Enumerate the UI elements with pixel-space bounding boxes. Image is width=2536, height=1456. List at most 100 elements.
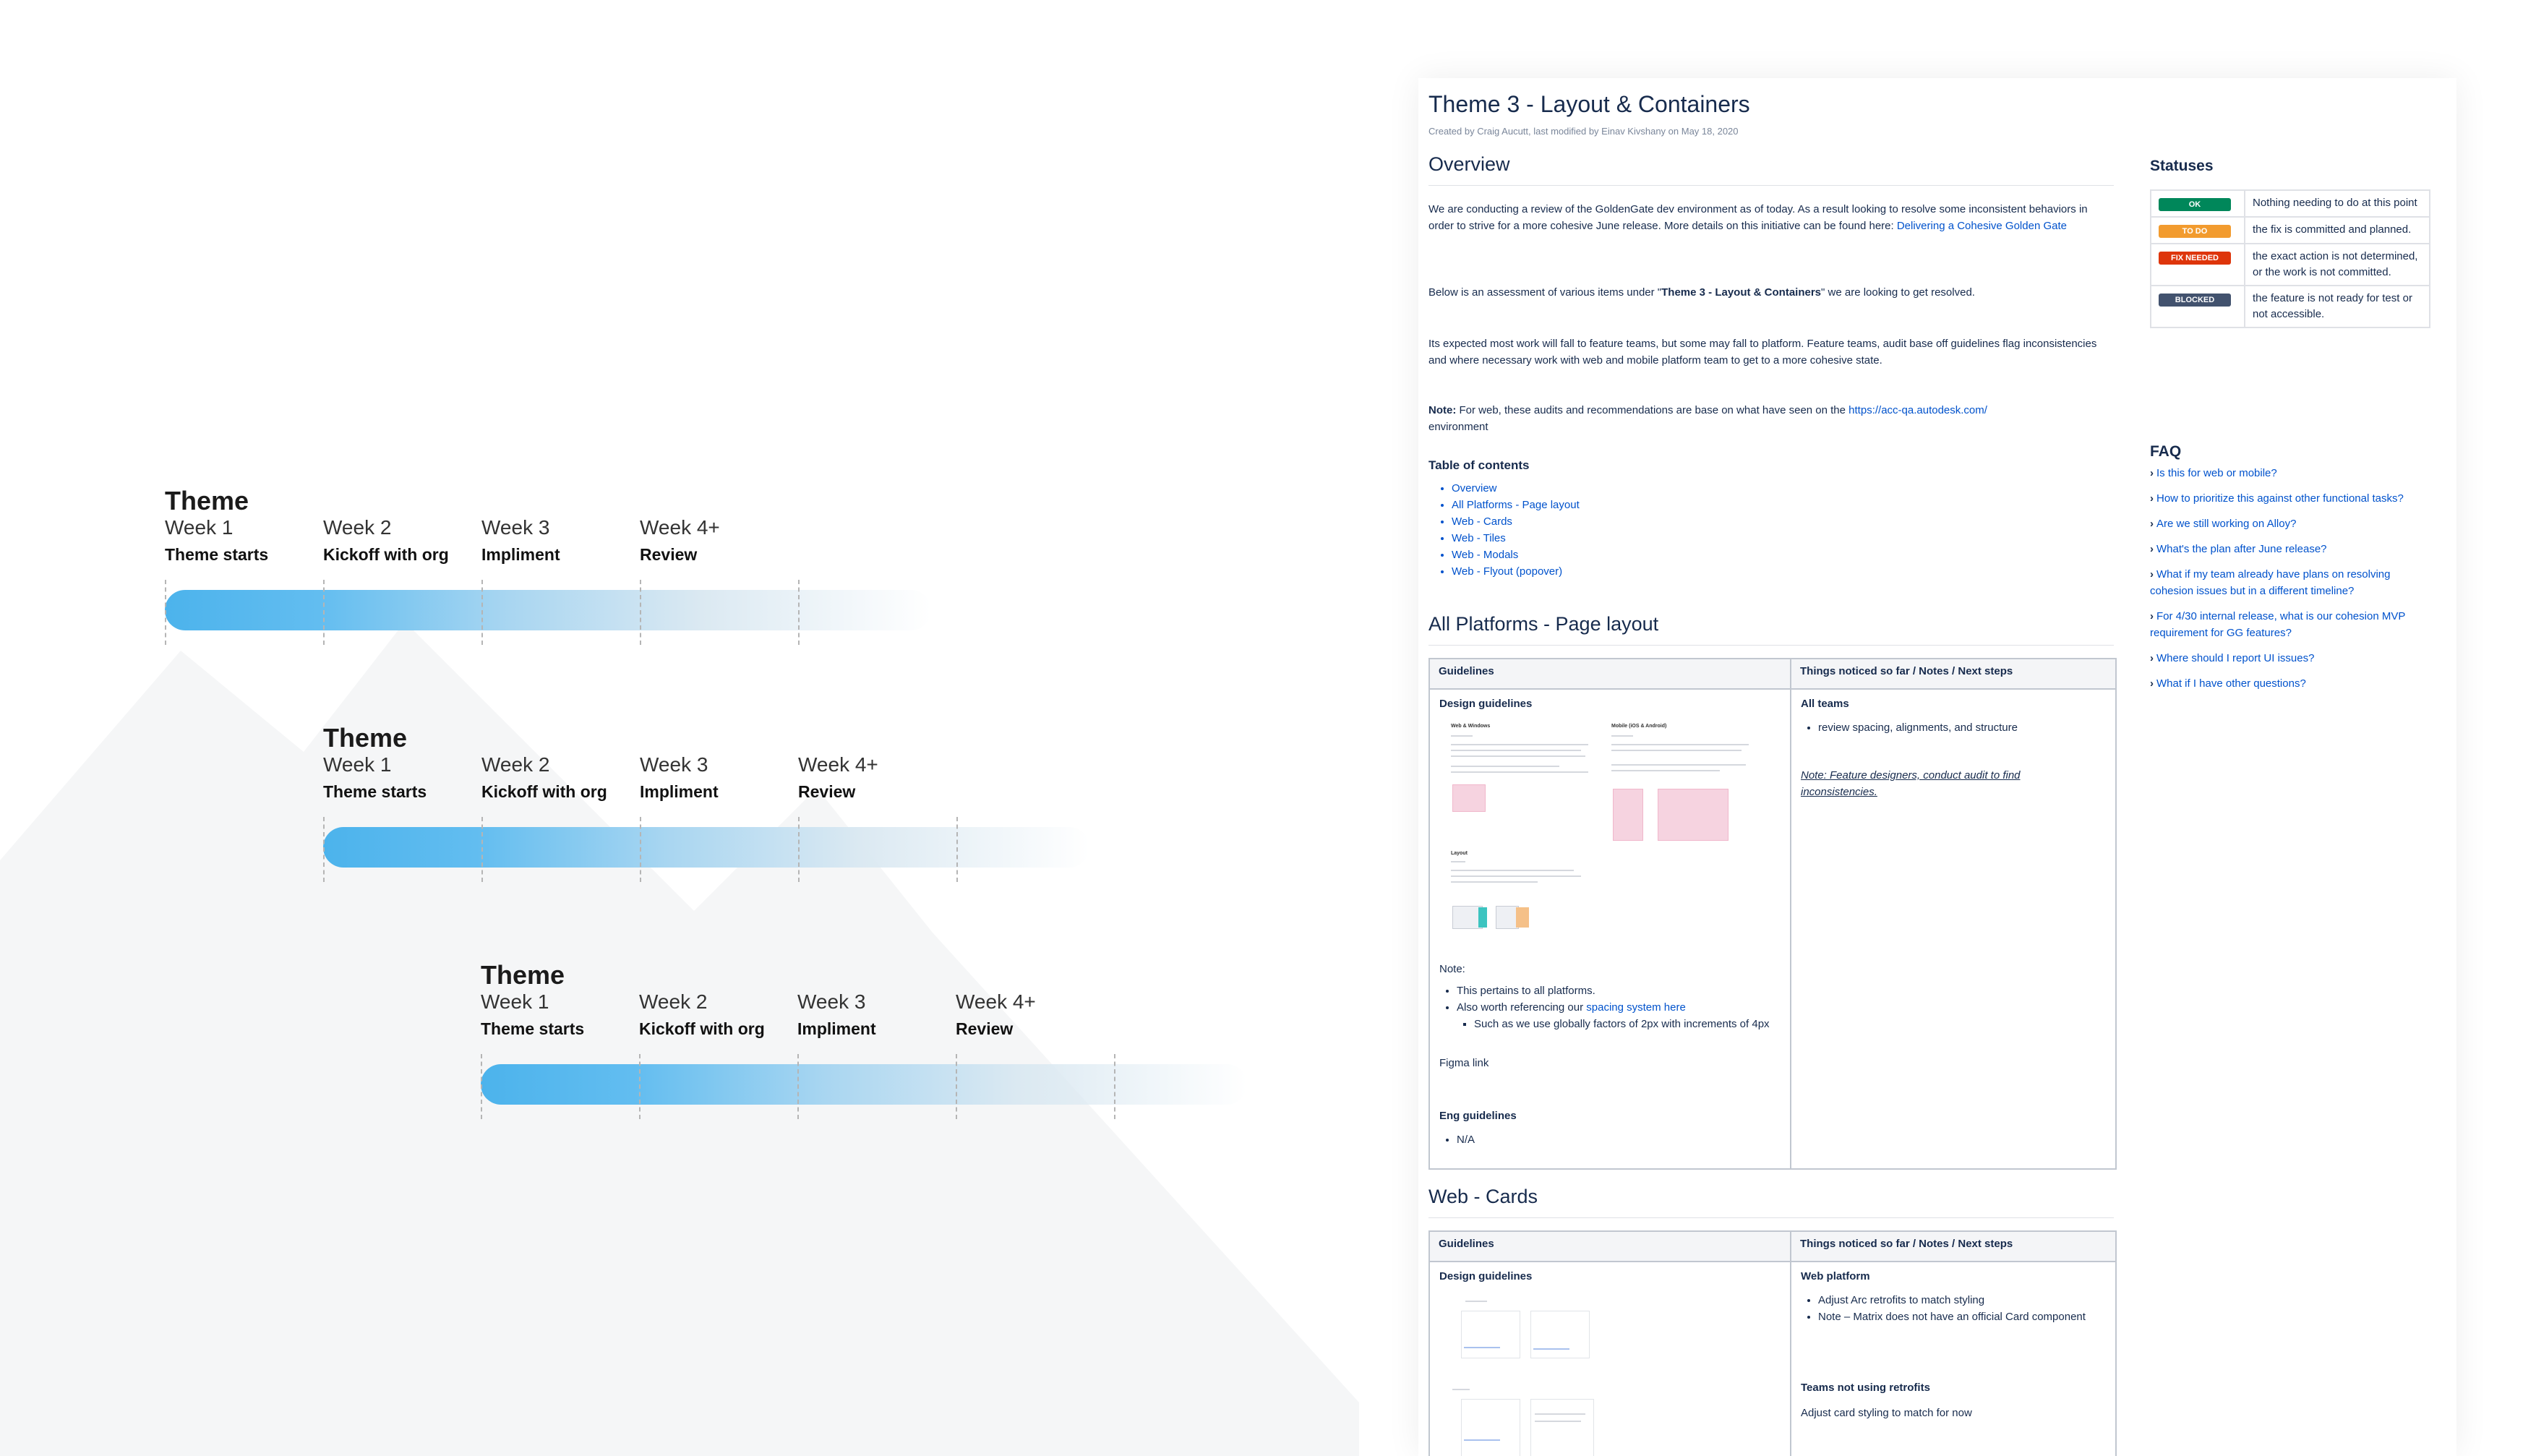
- column-header-notes: Things noticed so far / Notes / Next ste…: [1790, 658, 2117, 690]
- cards-guideline-image[interactable]: [1451, 1298, 1603, 1456]
- status-description: the exact action is not determined, or t…: [2244, 243, 2430, 286]
- layout-guideline-image[interactable]: Layout: [1451, 851, 1588, 930]
- all-teams-label: All teams: [1801, 698, 1849, 710]
- web-windows-guideline-image[interactable]: Web & Windows: [1451, 724, 1595, 818]
- teams-not-using-retrofits-text: Adjust card styling to match for now: [1801, 1407, 1972, 1419]
- faq-item[interactable]: › For 4/30 internal release, what is our …: [2150, 608, 2433, 641]
- toc-item[interactable]: Overview: [1452, 480, 1580, 497]
- timeline-week-marker: [481, 817, 483, 882]
- timeline-week-label: Week 2: [481, 753, 550, 776]
- web-cards-table: Guidelines Things noticed so far / Notes…: [1428, 1230, 2117, 1456]
- timeline-week-label: Week 4+: [798, 753, 878, 776]
- list-item: This pertains to all platforms.: [1457, 982, 1796, 999]
- web-cards-heading: Web - Cards: [1428, 1186, 1538, 1207]
- eng-guidelines-list: N/A: [1439, 1131, 1475, 1148]
- list-item: review spacing, alignments, and structur…: [1818, 719, 2115, 736]
- page-layout-heading: All Platforms - Page layout: [1428, 613, 1659, 635]
- list-item: Adjust Arc retrofits to match styling: [1818, 1292, 2115, 1309]
- status-row: FIX NEEDED the exact action is not deter…: [2150, 243, 2430, 286]
- web-platform-label: Web platform: [1801, 1270, 1870, 1282]
- timeline-week-marker: [639, 1054, 641, 1119]
- list-item: Also worth referencing our spacing syste…: [1457, 999, 1796, 1032]
- timeline-week-label: Week 2: [323, 516, 392, 539]
- timeline-progress-bar: [165, 590, 931, 630]
- timeline-week-label: Week 4+: [640, 516, 720, 539]
- mobile-guideline-image[interactable]: Mobile (iOS & Android): [1611, 724, 1756, 847]
- list-item: N/A: [1457, 1131, 1475, 1148]
- page-layout-table: Guidelines Things noticed so far / Notes…: [1428, 658, 2117, 1170]
- cohesive-golden-gate-link[interactable]: Delivering a Cohesive Golden Gate: [1897, 220, 2067, 232]
- faq-item[interactable]: › What if I have other questions?: [2150, 675, 2433, 692]
- timeline-theme-title: Theme: [323, 723, 408, 753]
- timeline-week-label: Week 1: [481, 990, 549, 1013]
- design-guidelines-label: Design guidelines: [1439, 698, 1533, 710]
- status-row: BLOCKED the feature is not ready for tes…: [2150, 285, 2430, 328]
- status-description: the fix is committed and planned.: [2244, 216, 2430, 244]
- timeline-theme-title: Theme: [165, 486, 249, 515]
- faq-item[interactable]: › How to prioritize this against other fu…: [2150, 490, 2433, 507]
- timeline-week-marker: [323, 580, 325, 645]
- toc-item[interactable]: Web - Modals: [1452, 547, 1580, 563]
- notes-cell: All teams review spacing, alignments, an…: [1790, 688, 2117, 1170]
- faq-item[interactable]: › Where should I report UI issues?: [2150, 650, 2433, 667]
- timeline-week-description: Kickoff with org: [323, 545, 449, 564]
- timeline-week-description: Impliment: [797, 1019, 876, 1038]
- teams-not-using-retrofits-label: Teams not using retrofits: [1801, 1382, 1930, 1394]
- status-badge: OK: [2159, 198, 2231, 211]
- toc-title: Table of contents: [1428, 458, 1530, 472]
- timeline-week-marker: [798, 817, 800, 882]
- timeline-week-description: Review: [956, 1019, 1014, 1038]
- figma-link[interactable]: Figma link: [1439, 1055, 1488, 1071]
- faq-item[interactable]: › What if my team already have plans on r…: [2150, 566, 2433, 599]
- faq-item[interactable]: › Is this for web or mobile?: [2150, 465, 2433, 481]
- toc-item[interactable]: Web - Cards: [1452, 513, 1580, 530]
- timeline-week-marker: [481, 1054, 482, 1119]
- timeline-week-marker: [1114, 1054, 1115, 1119]
- timeline-week-marker: [956, 817, 958, 882]
- timeline-week-description: Theme starts: [165, 545, 269, 564]
- timeline-week-label: Week 4+: [956, 990, 1036, 1013]
- faq-item[interactable]: › What's the plan after June release?: [2150, 541, 2433, 557]
- acc-qa-link[interactable]: https://acc-qa.autodesk.com/: [1849, 404, 1987, 416]
- list-item: Such as we use globally factors of 2px w…: [1474, 1016, 1796, 1032]
- overview-divider: [1428, 185, 2114, 186]
- all-teams-list: review spacing, alignments, and structur…: [1801, 719, 2115, 736]
- guidelines-notes-list: This pertains to all platforms. Also wor…: [1439, 982, 1796, 1032]
- chevron-right-icon: ›: [2150, 492, 2154, 505]
- timeline-week-label: Week 1: [165, 516, 234, 539]
- timeline-week-label: Week 3: [481, 516, 550, 539]
- timeline-week-description: Impliment: [481, 545, 560, 564]
- timeline-week-marker: [323, 817, 325, 882]
- timeline-week-description: Review: [798, 782, 856, 801]
- web-cards-divider: [1428, 1217, 2114, 1218]
- page-title: Theme 3 - Layout & Containers: [1428, 91, 1750, 117]
- guidelines-cell: Design guidelines Web & Windows Mobile (: [1428, 688, 1791, 1170]
- column-header-notes: Things noticed so far / Notes / Next ste…: [1790, 1230, 2117, 1262]
- faq-list: › Is this for web or mobile? › How to prio…: [2150, 465, 2433, 701]
- page-layout-divider: [1428, 645, 2114, 646]
- toc-item[interactable]: All Platforms - Page layout: [1452, 497, 1580, 513]
- timeline-week-label: Week 1: [323, 753, 392, 776]
- faq-item[interactable]: › Are we still working on Alloy?: [2150, 515, 2433, 532]
- chevron-right-icon: ›: [2150, 518, 2154, 530]
- guidelines-note-label: Note:: [1439, 963, 1465, 975]
- timeline-week-description: Theme starts: [481, 1019, 585, 1038]
- spacing-system-link[interactable]: spacing system here: [1586, 1001, 1686, 1014]
- chevron-right-icon: ›: [2150, 543, 2154, 555]
- toc-item[interactable]: Web - Flyout (popover): [1452, 563, 1580, 580]
- chevron-right-icon: ›: [2150, 568, 2154, 581]
- timeline-week-description: Kickoff with org: [481, 782, 607, 801]
- overview-paragraph-1: We are conducting a review of the Golden…: [1428, 203, 2088, 232]
- chevron-right-icon: ›: [2150, 677, 2154, 690]
- timeline-week-description: Theme starts: [323, 782, 427, 801]
- overview-heading: Overview: [1428, 153, 1510, 175]
- guidelines-cell: Design guidelines: [1428, 1261, 1791, 1456]
- timeline-week-label: Week 3: [797, 990, 866, 1013]
- faq-heading: FAQ: [2150, 443, 2182, 460]
- toc-item[interactable]: Web - Tiles: [1452, 530, 1580, 547]
- timeline-week-marker: [640, 817, 641, 882]
- status-badge: BLOCKED: [2159, 294, 2231, 307]
- status-badge: FIX NEEDED: [2159, 252, 2231, 265]
- design-guidelines-label: Design guidelines: [1439, 1270, 1533, 1282]
- timeline-week-marker: [640, 580, 641, 645]
